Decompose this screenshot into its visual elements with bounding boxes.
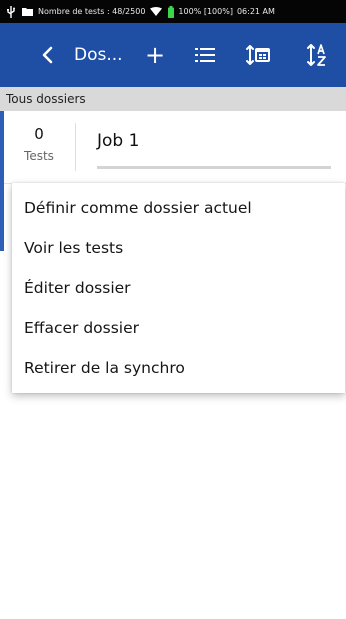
sort-by-date-button[interactable] [243, 23, 273, 87]
tests-count: 0 [34, 125, 44, 143]
divider [75, 123, 76, 171]
menu-item-view-tests[interactable]: Voir les tests [12, 228, 345, 268]
chevron-left-icon [42, 46, 53, 64]
sort-az-button[interactable] [304, 23, 334, 87]
battery-icon [168, 5, 178, 18]
battery-text: 100% [100%] [178, 7, 233, 16]
sort-az-icon [307, 44, 326, 66]
wifi-icon [145, 7, 168, 16]
app-toolbar: Dos... + [0, 23, 346, 87]
sort-by-date-icon [246, 45, 270, 65]
menu-item-delete-folder[interactable]: Effacer dossier [12, 308, 345, 348]
section-header-all-folders: Tous dossiers [0, 87, 346, 111]
clock-text: 06:21 AM [236, 7, 275, 16]
folder-name: Job 1 [97, 131, 140, 151]
folder-context-menu: Définir comme dossier actuel Voir les te… [12, 183, 345, 393]
list-view-button[interactable] [190, 23, 220, 87]
test-count-text: Nombre de tests : 48/2500 [38, 7, 146, 16]
progress-bar [97, 166, 331, 169]
usb-icon [6, 5, 22, 18]
menu-item-edit-folder[interactable]: Éditer dossier [12, 268, 345, 308]
folder-list-item[interactable]: 0 Tests Job 1 [0, 111, 346, 251]
app-screen: Nombre de tests : 48/2500 100% [100%] 06… [0, 0, 346, 619]
menu-item-set-current-folder[interactable]: Définir comme dossier actuel [12, 188, 345, 228]
add-folder-button[interactable]: + [140, 23, 170, 87]
folder-icon [22, 7, 38, 16]
tests-label: Tests [24, 149, 54, 163]
status-bar: Nombre de tests : 48/2500 100% [100%] 06… [0, 0, 346, 23]
menu-item-remove-sync[interactable]: Retirer de la synchro [12, 348, 345, 388]
list-icon [195, 48, 215, 62]
toolbar-title: Dos... [74, 45, 123, 65]
back-button[interactable] [32, 23, 62, 87]
